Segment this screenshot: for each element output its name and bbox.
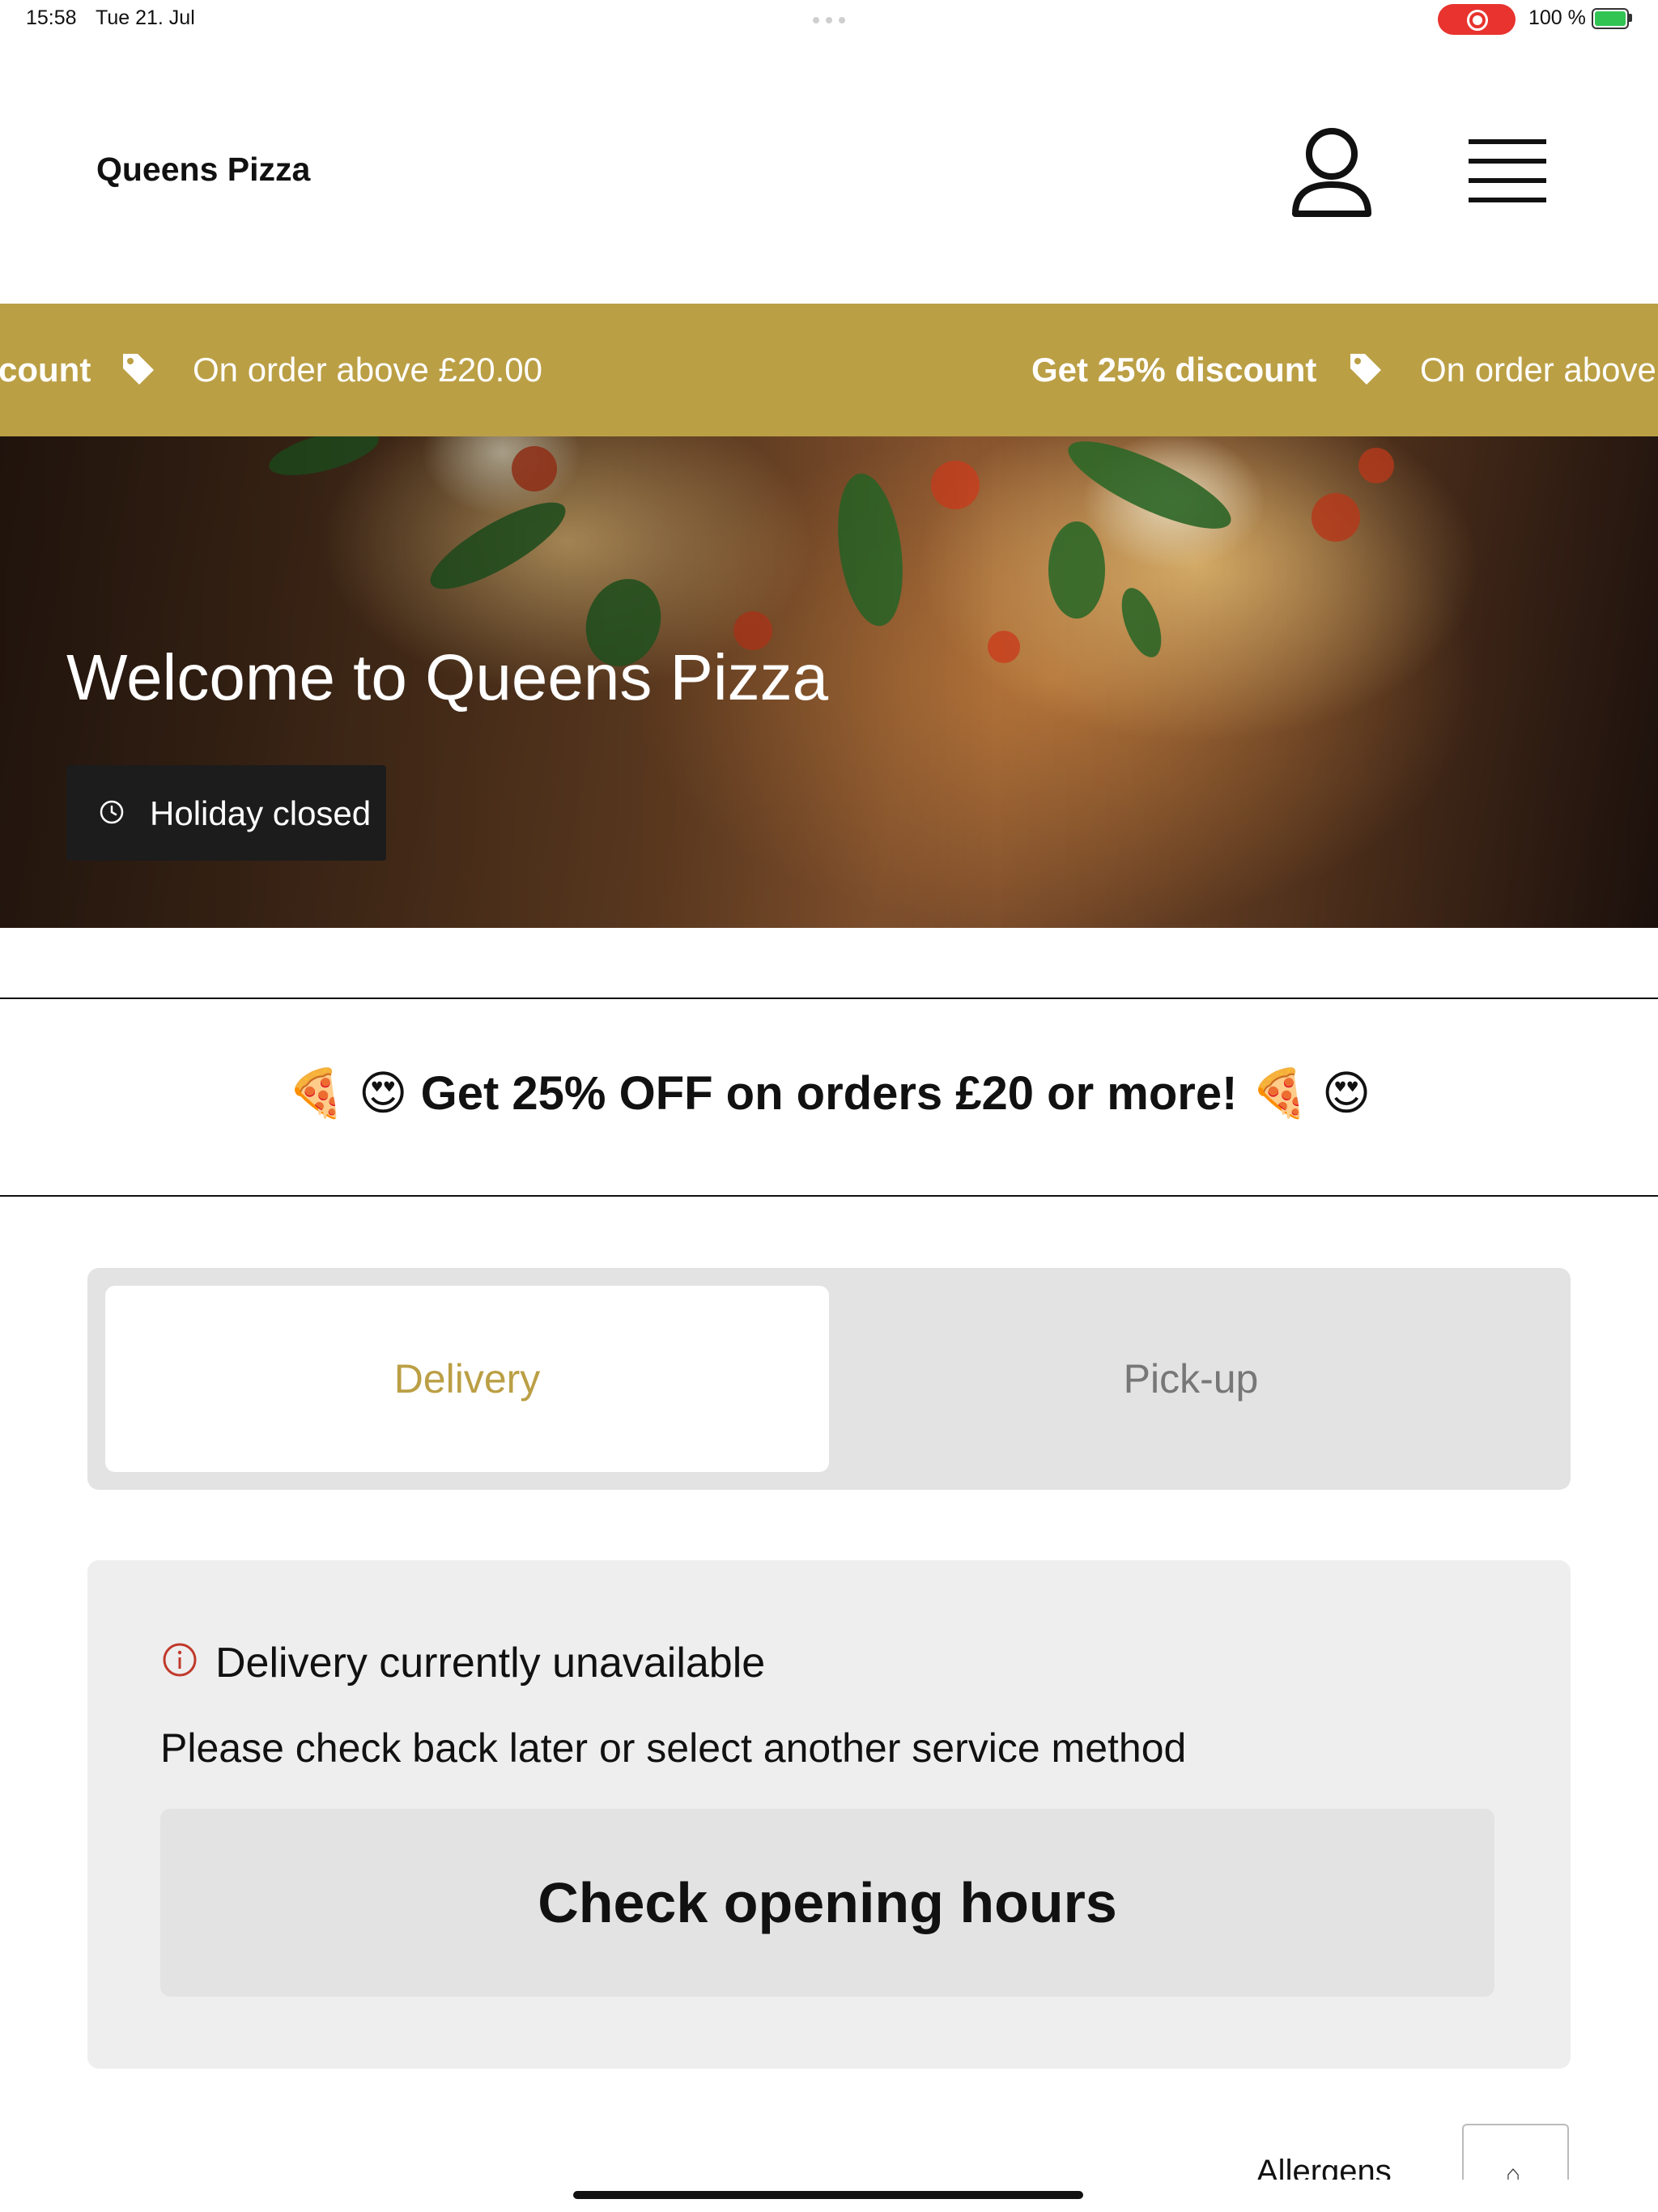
divider: [0, 998, 1658, 999]
clock-icon: [100, 800, 124, 824]
offer-banner: 🍕 😍 Get 25% OFF on orders £20 or more! 🍕…: [287, 1067, 1371, 1120]
account-button[interactable]: [1287, 123, 1376, 220]
info-icon: [163, 1643, 197, 1677]
battery-icon: [1592, 8, 1629, 29]
store-status-text: Holiday closed: [150, 794, 372, 832]
notice-message: Please check back later or select anothe…: [160, 1725, 1187, 1771]
tab-pickup[interactable]: Pick-up: [829, 1286, 1553, 1472]
notice-title: Delivery currently unavailable: [215, 1640, 766, 1687]
tab-delivery-label: Delivery: [393, 1356, 541, 1402]
check-opening-hours-button[interactable]: Check opening hours: [160, 1809, 1494, 1997]
tab-delivery[interactable]: Delivery: [105, 1286, 829, 1472]
ticker-text: count: [0, 351, 91, 389]
multitasking-dots-icon[interactable]: [813, 17, 847, 23]
status-time: 15:58: [26, 6, 77, 29]
brand-title[interactable]: Queens Pizza: [96, 151, 310, 189]
user-icon: [1292, 128, 1371, 217]
menu-button[interactable]: [1462, 133, 1553, 211]
ticker-text: On order above £20.00: [193, 351, 542, 389]
ticker-text: On order above £: [1420, 351, 1658, 389]
promo-ticker: count On order above £20.00 Get 25% disc…: [0, 304, 1658, 436]
tag-icon: [1350, 354, 1381, 385]
divider: [0, 1195, 1658, 1197]
store-status-badge: Holiday closed: [66, 765, 386, 861]
status-date: Tue 21. Jul: [96, 6, 195, 29]
tab-pickup-label: Pick-up: [1123, 1356, 1259, 1402]
battery-percentage: 100 %: [1528, 6, 1586, 29]
screen-recording-icon: [1438, 4, 1516, 35]
menu-icon: [1469, 139, 1546, 202]
tag-icon: [123, 354, 154, 385]
ticker-text: Get 25% discount: [1031, 351, 1317, 389]
home-indicator[interactable]: [573, 2191, 1083, 2199]
battery-tip: [1629, 14, 1632, 22]
allergens-link[interactable]: Allergens: [1256, 2154, 1392, 2180]
hero-title: Welcome to Queens Pizza: [66, 641, 829, 713]
